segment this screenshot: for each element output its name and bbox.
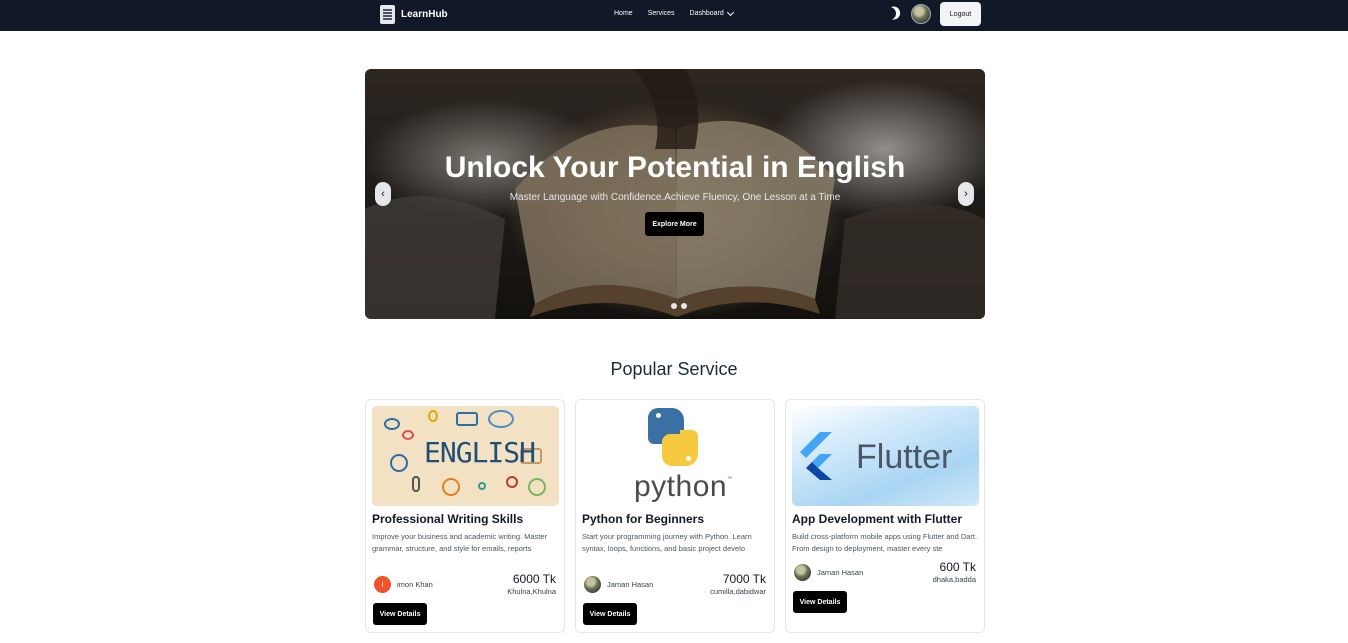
card-price-block: 6000 Tk Khulna,Khulna — [507, 572, 556, 596]
brand-name: LearnHub — [401, 9, 448, 20]
nav-link-services[interactable]: Services — [648, 10, 675, 17]
carousel-prev-button[interactable]: ‹ — [375, 182, 391, 206]
carousel-dots — [671, 303, 687, 309]
card-title: Python for Beginners — [582, 512, 705, 526]
view-details-button[interactable]: View Details — [373, 603, 427, 625]
view-details-button[interactable]: View Details — [793, 591, 847, 613]
view-details-button[interactable]: View Details — [583, 603, 637, 625]
nav-link-home[interactable]: Home — [614, 10, 633, 17]
brand[interactable]: LearnHub — [380, 5, 448, 24]
chevron-down-icon — [726, 8, 734, 16]
card-image-flutter: Flutter — [792, 406, 979, 506]
card-location: Khulna,Khulna — [507, 587, 556, 596]
nav-dashboard-label: Dashboard — [689, 10, 724, 17]
english-image-text: ENGLISH — [424, 436, 536, 469]
card-price: 7000 Tk — [722, 572, 766, 586]
service-card: ENGLISH Professional Writing Skills Impr… — [365, 399, 565, 633]
service-card: python ™ Python for Beginners Start your… — [575, 399, 775, 633]
card-title: Professional Writing Skills — [372, 512, 524, 526]
card-description: Improve your business and academic writi… — [372, 532, 548, 553]
card-description: Build cross-platform mobile apps using F… — [792, 532, 978, 553]
card-price-block: 600 Tk dhaka,badda — [933, 560, 976, 584]
card-image-python: python ™ — [582, 406, 769, 506]
card-title: App Development with Flutter — [792, 512, 963, 526]
card-image-english: ENGLISH — [372, 406, 559, 506]
explore-more-button[interactable]: Explore More — [645, 212, 704, 236]
provider-avatar: i — [374, 576, 391, 593]
navbar: LearnHub Home Services Dashboard Logout — [0, 0, 1348, 31]
card-provider: Jaman Hasan — [794, 564, 863, 581]
card-price-block: 7000 Tk cumilla,dabidwar — [710, 572, 766, 596]
nav-dashboard-dropdown[interactable]: Dashboard — [689, 8, 734, 17]
provider-avatar — [584, 576, 601, 593]
carousel-dot-1[interactable] — [671, 303, 677, 309]
card-price: 6000 Tk — [512, 572, 556, 586]
flutter-logo-icon — [800, 432, 832, 480]
moon-icon[interactable] — [881, 5, 898, 22]
card-provider: Jaman Hasan — [584, 576, 653, 593]
section-title: Popular Service — [610, 359, 738, 379]
provider-name: Jaman Hasan — [817, 568, 864, 577]
card-provider: i imon Khan — [374, 576, 433, 593]
card-location: cumilla,dabidwar — [710, 587, 766, 596]
provider-avatar — [794, 564, 811, 581]
flutter-image-text: Flutter — [856, 438, 953, 476]
book-logo-icon — [380, 5, 395, 24]
hero-carousel: Unlock Your Potential in English Master … — [365, 69, 985, 319]
card-location: dhaka,badda — [932, 575, 976, 584]
python-trademark: ™ — [727, 476, 732, 482]
card-description: Start your programming journey with Pyth… — [582, 532, 752, 553]
carousel-next-button[interactable]: › — [958, 182, 974, 206]
carousel-dot-2[interactable] — [681, 303, 687, 309]
hero-subtitle: Master Language with Confidence.Achieve … — [509, 192, 841, 203]
provider-name: Jaman Hasan — [607, 580, 654, 589]
python-image-text: python — [634, 470, 728, 503]
provider-name: imon Khan — [397, 580, 433, 589]
logout-button[interactable]: Logout — [940, 2, 981, 26]
nav-links: Home Services Dashboard — [614, 8, 734, 17]
card-price: 600 Tk — [939, 560, 976, 574]
hero-title: Unlock Your Potential in English — [444, 151, 906, 184]
avatar[interactable] — [911, 4, 931, 24]
service-card: Flutter App Development with Flutter Bui… — [785, 399, 985, 633]
